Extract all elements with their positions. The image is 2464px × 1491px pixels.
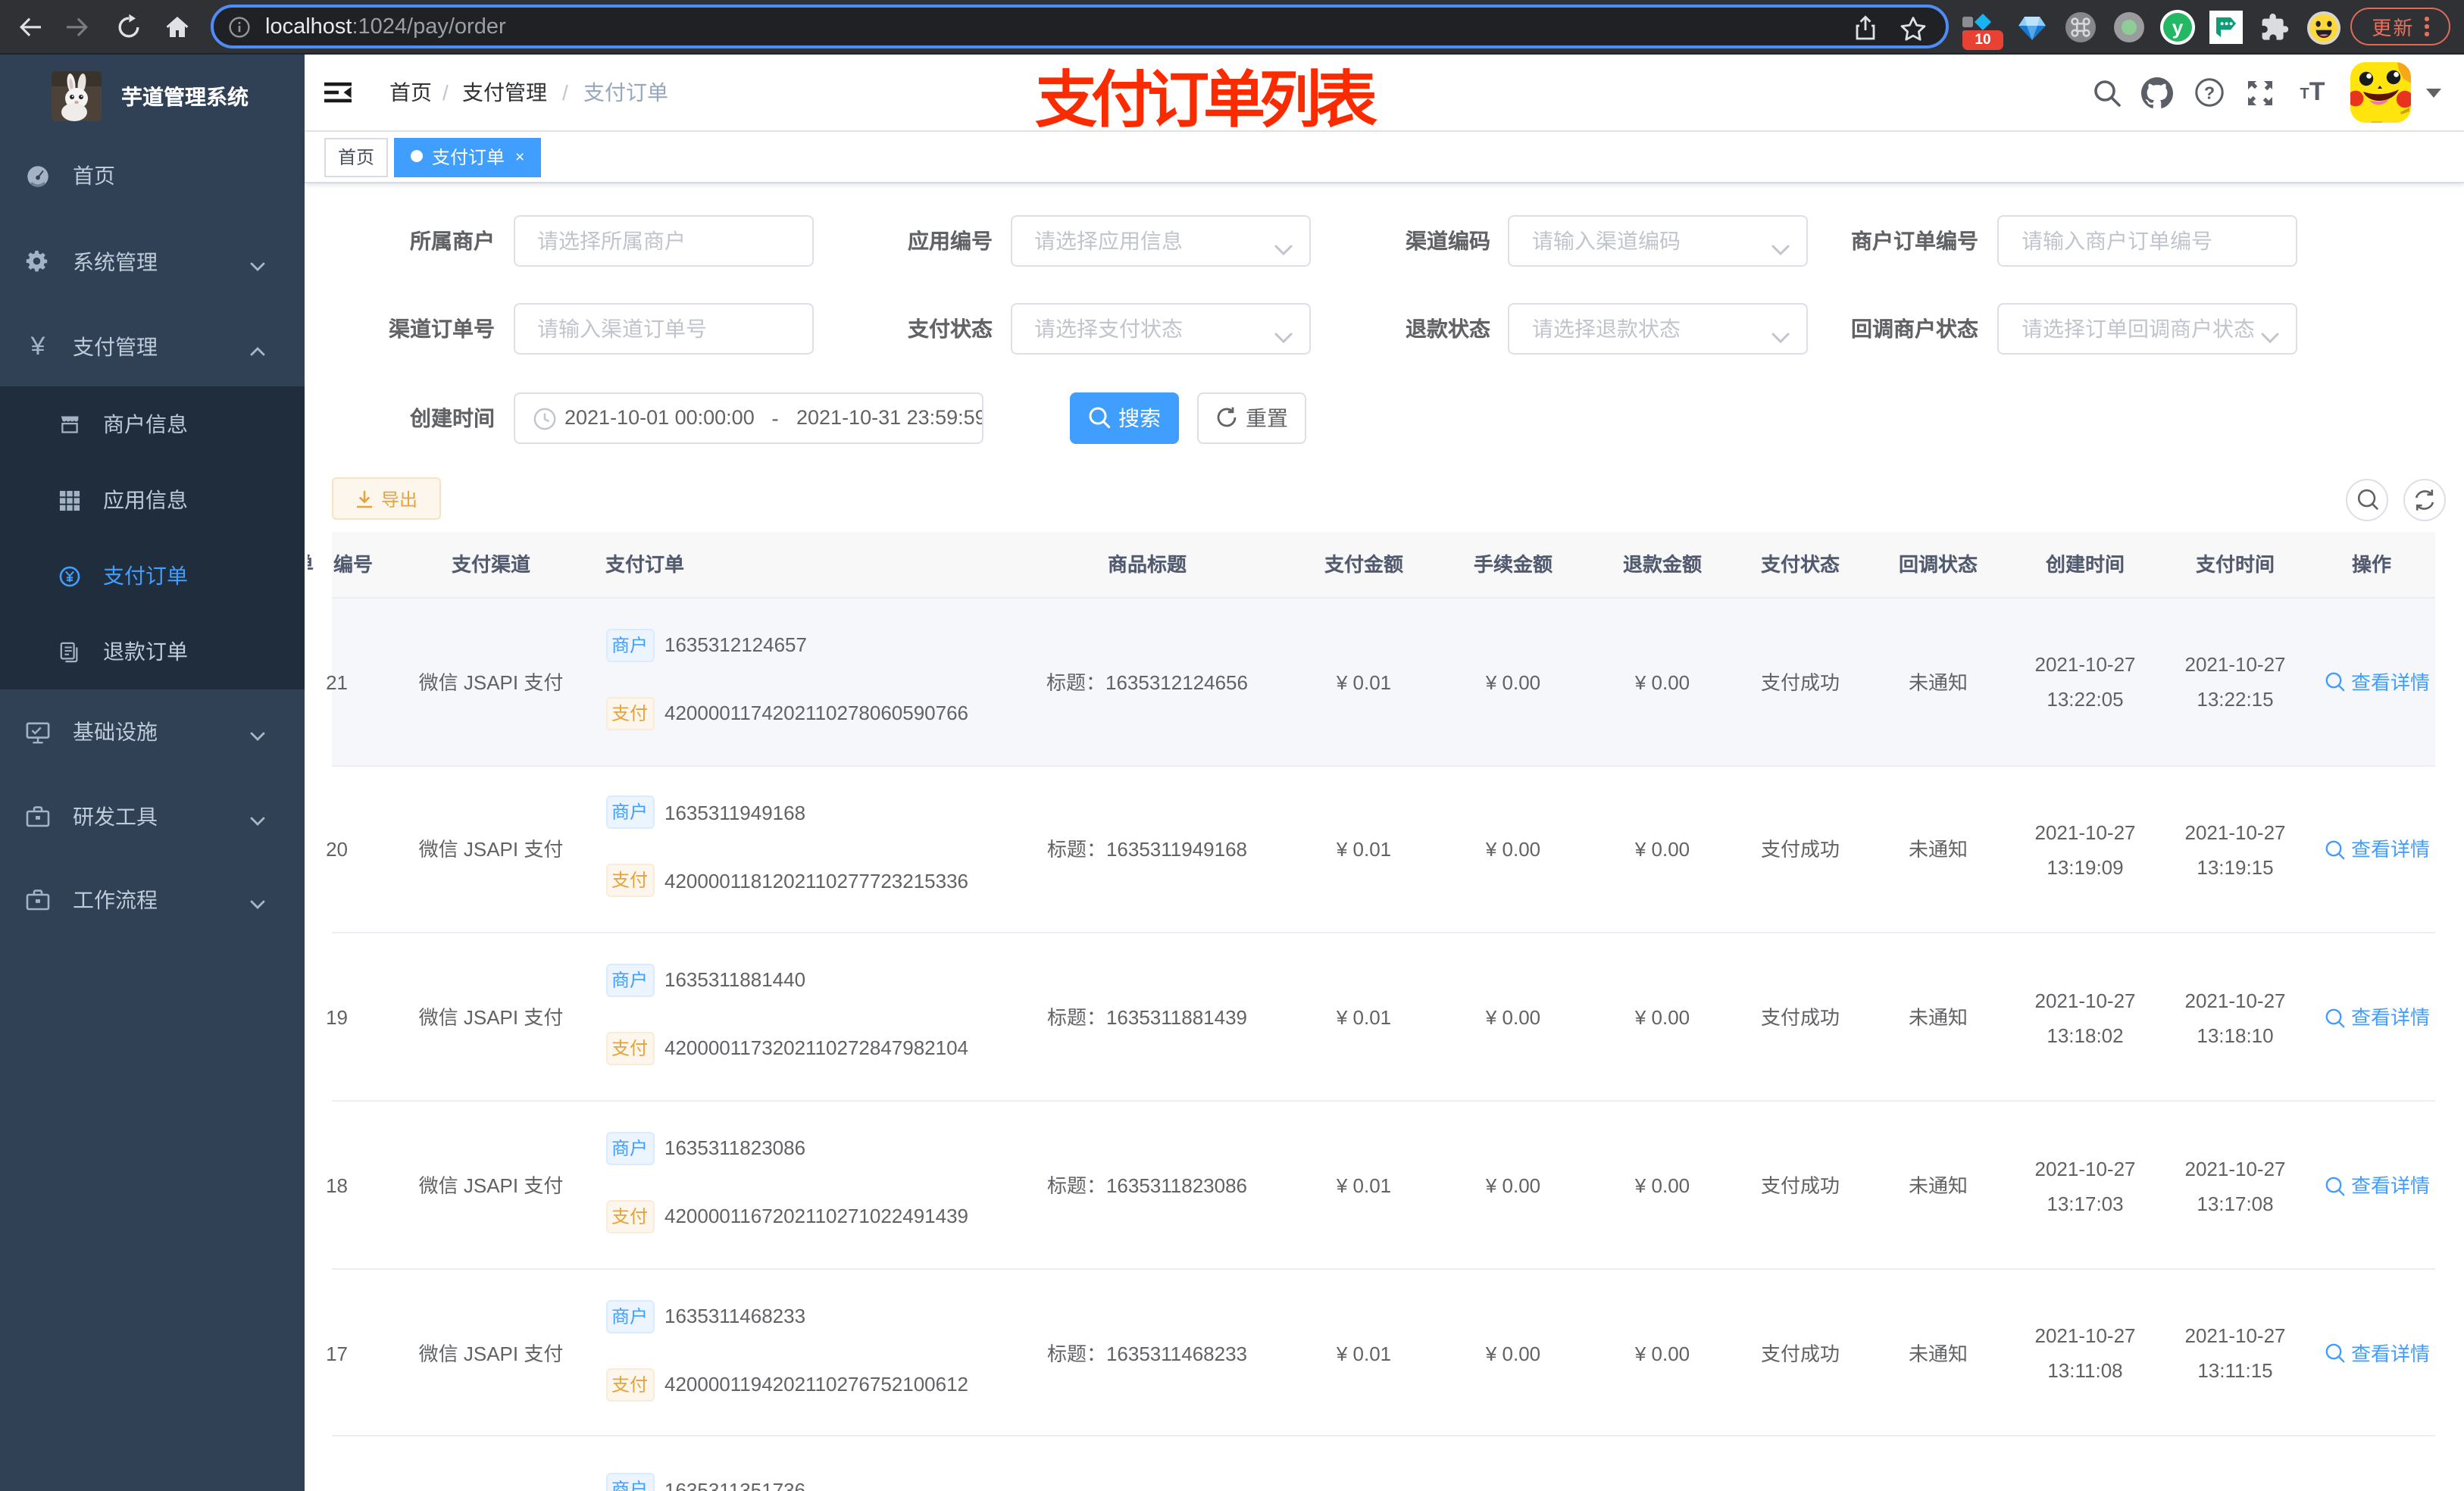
svg-text:y: y	[2172, 16, 2183, 39]
svg-text:?: ?	[2203, 83, 2214, 102]
